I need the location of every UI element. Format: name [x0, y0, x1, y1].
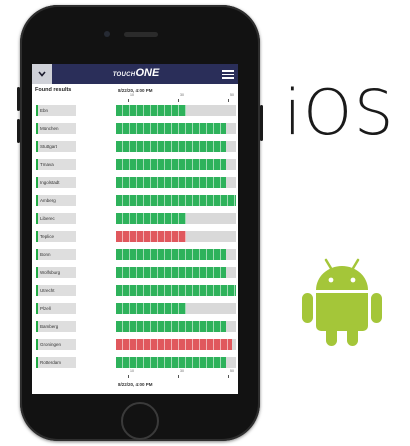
- result-row-label[interactable]: Teplice: [36, 231, 76, 242]
- back-button[interactable]: [32, 64, 52, 84]
- result-row-label[interactable]: Plzeň: [36, 303, 76, 314]
- axis-tick-label: 10: [130, 93, 134, 97]
- time-axis-bottom: 10 30 50: [114, 369, 238, 378]
- app-navbar: TOUCH ONE: [32, 64, 238, 84]
- result-row[interactable]: Plzeň: [32, 302, 238, 315]
- result-track: [116, 321, 236, 332]
- axis-tick: [228, 99, 229, 102]
- app-screen: TOUCH ONE Found results 8/22/20, 4:00 PM…: [32, 64, 238, 394]
- result-track: [116, 249, 236, 260]
- axis-tick-label: 10: [130, 369, 134, 373]
- result-track: [116, 159, 236, 170]
- result-bar-ok: [116, 141, 227, 152]
- axis-tick-label: 50: [230, 369, 234, 373]
- result-row[interactable]: Liberec: [32, 212, 238, 225]
- result-row[interactable]: Stuttgart: [32, 140, 238, 153]
- result-bar-ok: [116, 123, 227, 134]
- result-row[interactable]: Wolfsburg: [32, 266, 238, 279]
- result-row[interactable]: Ebn: [32, 104, 238, 117]
- result-row[interactable]: München: [32, 122, 238, 135]
- result-row[interactable]: Rotterdam: [32, 356, 238, 369]
- result-bar-ok: [116, 195, 236, 206]
- timestamp-top: 8/22/20, 4:00 PM: [118, 88, 153, 93]
- result-row-label[interactable]: Amberg: [36, 195, 76, 206]
- result-bar-ok: [116, 357, 227, 368]
- volume-up-button: [17, 87, 20, 111]
- result-row[interactable]: Tmava: [32, 158, 238, 171]
- result-track: [116, 303, 236, 314]
- axis-tick: [228, 375, 229, 378]
- app-logo: TOUCH ONE: [96, 67, 176, 81]
- volume-down-button: [17, 119, 20, 143]
- result-row-label[interactable]: Tmava: [36, 159, 76, 170]
- axis-tick-label: 30: [180, 93, 184, 97]
- result-row-label[interactable]: Liberec: [36, 213, 76, 224]
- axis-tick: [178, 99, 179, 102]
- result-track: [116, 123, 236, 134]
- result-row[interactable]: Utrecht: [32, 284, 238, 297]
- results-title: Found results: [35, 87, 72, 93]
- brand-suffix: ONE: [135, 67, 160, 79]
- result-bar-ok: [116, 285, 236, 296]
- result-row-label[interactable]: Wolfsburg: [36, 267, 76, 278]
- result-row[interactable]: Bamberg: [32, 320, 238, 333]
- result-row-label[interactable]: Bonn: [36, 249, 76, 260]
- result-bar-error: [116, 339, 233, 350]
- power-button: [260, 105, 263, 141]
- result-row-label[interactable]: Ebn: [36, 105, 76, 116]
- front-camera: [104, 31, 110, 37]
- result-bar-ok: [116, 303, 186, 314]
- axis-tick: [128, 99, 129, 102]
- result-bar-ok: [116, 105, 186, 116]
- ios-label: iOS: [284, 76, 396, 149]
- result-row-label[interactable]: Groningen: [36, 339, 76, 350]
- axis-tick: [128, 375, 129, 378]
- result-track: [116, 141, 236, 152]
- earpiece-speaker: [124, 32, 158, 37]
- axis-tick-label: 30: [180, 369, 184, 373]
- result-row[interactable]: Teplice: [32, 230, 238, 243]
- result-bar-ok: [116, 249, 227, 260]
- result-track: [116, 213, 236, 224]
- result-row[interactable]: Amberg: [32, 194, 238, 207]
- result-row[interactable]: Groningen: [32, 338, 238, 351]
- result-row-label[interactable]: Utrecht: [36, 285, 76, 296]
- result-track: [116, 231, 236, 242]
- home-button[interactable]: [121, 402, 159, 440]
- axis-tick-label: 50: [230, 93, 234, 97]
- result-row-label[interactable]: Ingolstadt: [36, 177, 76, 188]
- axis-tick: [178, 375, 179, 378]
- result-track: [116, 357, 236, 368]
- android-robot-icon: [302, 258, 382, 346]
- result-track: [116, 195, 236, 206]
- result-bar-ok: [116, 159, 227, 170]
- chevron-down-icon: [38, 71, 46, 77]
- result-row-label[interactable]: Stuttgart: [36, 141, 76, 152]
- result-track: [116, 267, 236, 278]
- result-bar-ok: [116, 213, 186, 224]
- menu-button[interactable]: [222, 68, 234, 80]
- result-row-label[interactable]: Rotterdam: [36, 357, 76, 368]
- result-bar-ok: [116, 267, 227, 278]
- brand-prefix: TOUCH: [112, 72, 136, 78]
- result-row-label[interactable]: München: [36, 123, 76, 134]
- result-track: [116, 339, 236, 350]
- result-bar-error: [116, 231, 186, 242]
- result-bar-ok: [116, 177, 227, 188]
- result-track: [116, 177, 236, 188]
- result-row[interactable]: Bonn: [32, 248, 238, 261]
- time-axis-top: 10 30 50: [114, 93, 238, 102]
- timestamp-bottom: 8/22/20, 4:00 PM: [118, 382, 153, 387]
- result-row[interactable]: Ingolstadt: [32, 176, 238, 189]
- result-row-label[interactable]: Bamberg: [36, 321, 76, 332]
- hamburger-menu-icon: [222, 70, 234, 72]
- result-track: [116, 285, 236, 296]
- result-track: [116, 105, 236, 116]
- result-bar-ok: [116, 321, 227, 332]
